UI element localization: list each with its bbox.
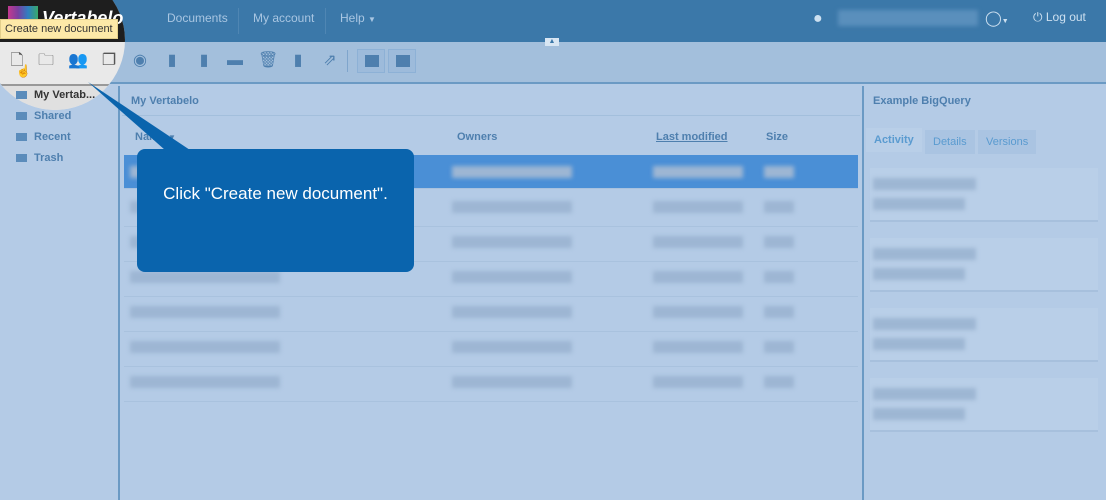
user-icon: ●	[813, 10, 823, 27]
blurred-text	[873, 338, 965, 350]
column-last-modified[interactable]: Last modified	[656, 131, 728, 143]
blurred-text	[873, 408, 965, 420]
collapse-header-button[interactable]: ▲	[545, 38, 559, 46]
activity-card	[870, 308, 1098, 362]
activity-card	[870, 238, 1098, 292]
instruction-callout: Click "Create new document".	[137, 149, 414, 272]
blurred-text	[873, 268, 965, 280]
blurred-cell	[764, 166, 794, 178]
details-title: Example BigQuery	[873, 95, 971, 107]
blurred-text	[873, 318, 976, 330]
table-row[interactable]	[124, 333, 858, 367]
power-icon: ⏻	[1033, 10, 1043, 24]
tab-versions[interactable]: Versions	[978, 130, 1037, 154]
table-row[interactable]	[124, 368, 858, 402]
activity-card	[870, 378, 1098, 432]
table-row[interactable]	[124, 298, 858, 332]
column-owners[interactable]: Owners	[457, 131, 497, 143]
tab-details[interactable]: Details	[925, 130, 975, 154]
blurred-text	[873, 248, 976, 260]
activity-card	[870, 168, 1098, 222]
blurred-cell	[452, 166, 572, 178]
tab-activity[interactable]: Activity	[866, 128, 922, 152]
blurred-cell	[653, 166, 743, 178]
username-blurred	[838, 10, 978, 26]
blurred-text	[873, 198, 965, 210]
blurred-text	[873, 388, 976, 400]
chat-icon[interactable]: ◯▼	[985, 9, 1009, 27]
blurred-text	[873, 178, 976, 190]
logout-button[interactable]: ⏻ Log out	[1033, 10, 1086, 25]
column-size[interactable]: Size	[766, 131, 788, 143]
